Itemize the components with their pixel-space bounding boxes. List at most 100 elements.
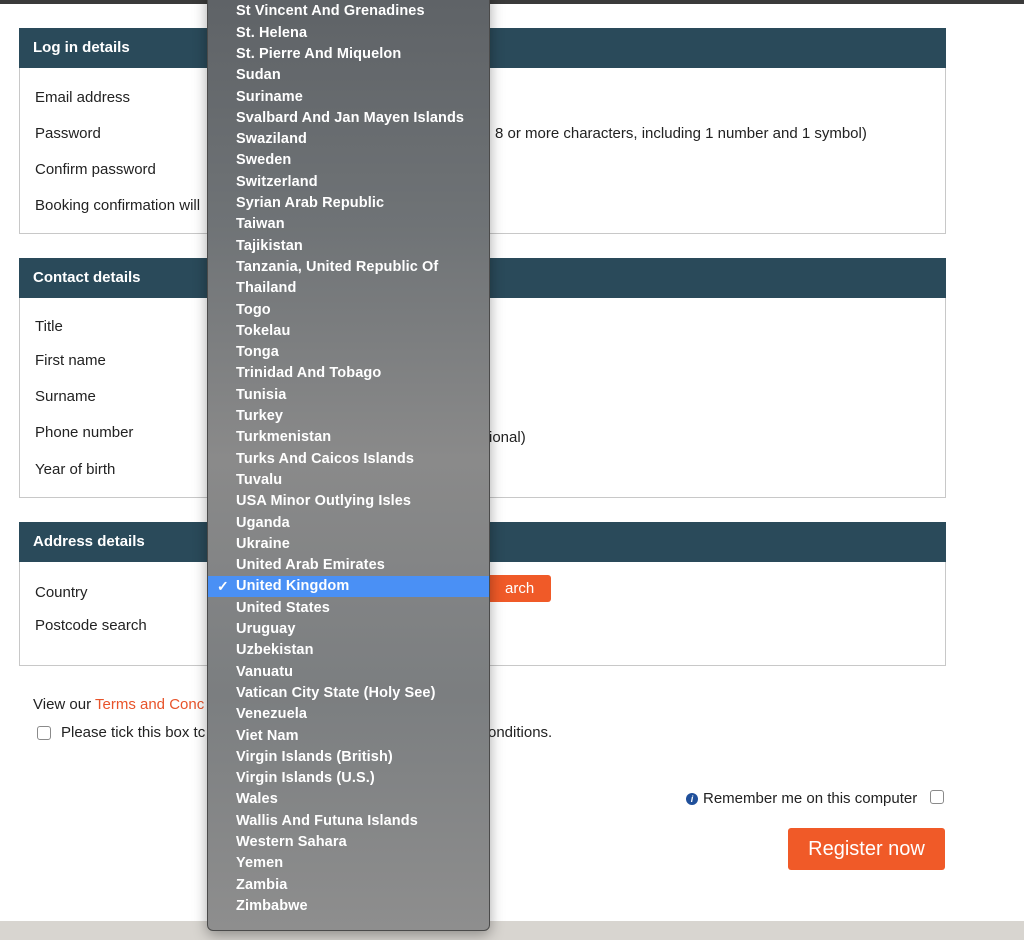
country-option-label: Uruguay	[236, 621, 296, 637]
country-option[interactable]: St. Helena	[208, 23, 489, 44]
country-option[interactable]: Vatican City State (Holy See)	[208, 683, 489, 704]
postcode-search-button[interactable]: arch	[485, 575, 551, 602]
country-option-label: Wallis And Futuna Islands	[236, 813, 418, 829]
country-option-label: Wales	[236, 791, 278, 807]
footer-bar	[0, 921, 1024, 940]
country-option-label: Zimbabwe	[236, 898, 308, 914]
remember-me-checkbox[interactable]	[930, 790, 944, 804]
country-option-label: St. Helena	[236, 25, 307, 41]
country-option-label: Suriname	[236, 89, 303, 105]
country-option[interactable]: Svalbard And Jan Mayen Islands	[208, 108, 489, 129]
country-option[interactable]: Vanuatu	[208, 662, 489, 683]
country-option-label: Taiwan	[236, 216, 285, 232]
terms-checkbox[interactable]	[37, 726, 51, 740]
country-option[interactable]: USA Minor Outlying Isles	[208, 491, 489, 512]
phone-hint: ional)	[489, 429, 526, 446]
country-option[interactable]: Western Sahara	[208, 832, 489, 853]
country-option[interactable]: Togo	[208, 300, 489, 321]
terms-tick-tail: onditions.	[488, 724, 552, 741]
country-option-label: Venezuela	[236, 706, 307, 722]
remember-me: i Remember me on this computer	[686, 790, 917, 807]
country-option[interactable]: St. Pierre And Miquelon	[208, 44, 489, 65]
country-option[interactable]: Virgin Islands (U.S.)	[208, 768, 489, 789]
country-option[interactable]: Wallis And Futuna Islands	[208, 811, 489, 832]
country-option-label: USA Minor Outlying Isles	[236, 493, 411, 509]
country-option[interactable]: Zimbabwe	[208, 896, 489, 917]
country-option-label: Uzbekistan	[236, 642, 314, 658]
terms-tick-text: Please tick this box tc	[61, 724, 205, 741]
country-option[interactable]: Wales	[208, 789, 489, 810]
country-option-label: Tonga	[236, 344, 279, 360]
phone-label: Phone number	[35, 424, 133, 441]
country-option-label: Turkmenistan	[236, 429, 331, 445]
info-icon[interactable]: i	[686, 793, 698, 805]
country-option[interactable]: Tanzania, United Republic Of	[208, 257, 489, 278]
country-option[interactable]: ✓United Kingdom	[208, 576, 489, 597]
country-option[interactable]: Virgin Islands (British)	[208, 747, 489, 768]
country-option[interactable]: Sudan	[208, 65, 489, 86]
country-option[interactable]: Zambia	[208, 875, 489, 896]
country-option-label: Tunisia	[236, 387, 286, 403]
country-option-label: Thailand	[236, 280, 296, 296]
terms-link[interactable]: Terms and Conc	[95, 696, 204, 713]
country-option[interactable]: United States	[208, 598, 489, 619]
country-option[interactable]: Turkey	[208, 406, 489, 427]
country-option[interactable]: United Arab Emirates	[208, 555, 489, 576]
country-option-label: Tuvalu	[236, 472, 282, 488]
country-option[interactable]: Viet Nam	[208, 726, 489, 747]
country-option-label: Tanzania, United Republic Of	[236, 259, 438, 275]
country-option-label: Trinidad And Tobago	[236, 365, 381, 381]
country-option[interactable]: Venezuela	[208, 704, 489, 725]
country-option-label: Turkey	[236, 408, 283, 424]
country-option[interactable]: Tunisia	[208, 385, 489, 406]
country-option[interactable]: Yemen	[208, 853, 489, 874]
country-option-label: Virgin Islands (U.S.)	[236, 770, 375, 786]
country-option[interactable]: Tonga	[208, 342, 489, 363]
country-option[interactable]: Tuvalu	[208, 470, 489, 491]
country-option-label: Viet Nam	[236, 728, 299, 744]
country-option[interactable]: Uganda	[208, 513, 489, 534]
country-label: Country	[35, 584, 88, 601]
country-option[interactable]: St Vincent And Grenadines	[208, 1, 489, 22]
country-option[interactable]: Turkmenistan	[208, 427, 489, 448]
country-option-label: Turks And Caicos Islands	[236, 451, 414, 467]
country-option-label: United States	[236, 600, 330, 616]
country-option[interactable]: Swaziland	[208, 129, 489, 150]
country-option-label: Togo	[236, 302, 271, 318]
title-label: Title	[35, 318, 63, 335]
country-option[interactable]: Uzbekistan	[208, 640, 489, 661]
country-option[interactable]: Turks And Caicos Islands	[208, 449, 489, 470]
country-option[interactable]: Ukraine	[208, 534, 489, 555]
country-option[interactable]: Sweden	[208, 150, 489, 171]
country-option-label: Swaziland	[236, 131, 307, 147]
remember-me-label: Remember me on this computer	[703, 790, 917, 807]
confirm-password-label: Confirm password	[35, 161, 156, 178]
country-option[interactable]: Syrian Arab Republic	[208, 193, 489, 214]
country-option-label: Uganda	[236, 515, 290, 531]
country-option-label: St Vincent And Grenadines	[236, 3, 425, 19]
postcode-search-label: Postcode search	[35, 617, 147, 634]
country-option-label: Western Sahara	[236, 834, 347, 850]
country-option[interactable]: Taiwan	[208, 214, 489, 235]
year-of-birth-label: Year of birth	[35, 461, 115, 478]
country-option[interactable]: Switzerland	[208, 172, 489, 193]
email-label: Email address	[35, 89, 130, 106]
country-option-label: Yemen	[236, 855, 283, 871]
country-option-label: Ukraine	[236, 536, 290, 552]
terms-line: View our Terms and Conc	[33, 696, 204, 713]
first-name-label: First name	[35, 352, 106, 369]
country-option[interactable]: Tajikistan	[208, 236, 489, 257]
country-option[interactable]: Tokelau	[208, 321, 489, 342]
country-option-label: Vatican City State (Holy See)	[236, 685, 436, 701]
checkmark-icon: ✓	[217, 576, 229, 597]
country-option[interactable]: Uruguay	[208, 619, 489, 640]
country-option-label: Sweden	[236, 152, 291, 168]
country-option-label: Vanuatu	[236, 664, 293, 680]
password-hint: 8 or more characters, including 1 number…	[495, 125, 867, 142]
country-option[interactable]: Thailand	[208, 278, 489, 299]
country-option[interactable]: Suriname	[208, 87, 489, 108]
country-dropdown-list[interactable]: Sri LankaSt Vincent And GrenadinesSt. He…	[207, 0, 490, 931]
register-now-button[interactable]: Register now	[788, 828, 945, 870]
country-option[interactable]: Trinidad And Tobago	[208, 363, 489, 384]
country-option-label: Tokelau	[236, 323, 290, 339]
